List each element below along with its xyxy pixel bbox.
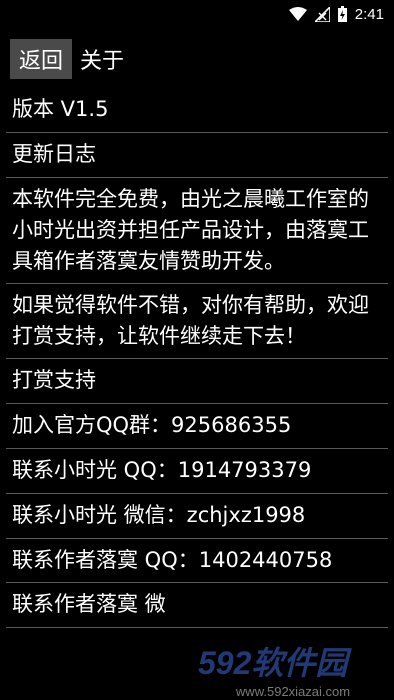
- contact-author-wechat-item[interactable]: 联系作者落寞 微: [6, 583, 388, 628]
- contact-author-qq-item[interactable]: 联系作者落寞 QQ：1402440758: [6, 539, 388, 583]
- watermark-logo: 592软件园 www.592xiazai.com: [198, 638, 388, 699]
- contact-xiaoshiguang-qq-item[interactable]: 联系小时光 QQ：1914793379: [6, 449, 388, 494]
- watermark-title: 592软件园: [198, 645, 348, 681]
- page-title: 关于: [80, 49, 125, 74]
- signal-icon: [314, 6, 330, 22]
- description-item: 本软件完全免费，由光之晨曦工作室的小时光出资并担任产品设计，由落寞工具箱作者落寞…: [6, 178, 388, 284]
- join-qq-group-item[interactable]: 加入官方QQ群：925686355: [6, 404, 388, 449]
- watermark-url: www.592xiazai.com: [235, 684, 351, 699]
- toolbar: 返回 关于: [10, 38, 124, 80]
- contact-xiaoshiguang-wechat-item[interactable]: 联系小时光 微信：zchjxz1998: [6, 494, 388, 539]
- donate-item[interactable]: 打赏支持: [6, 359, 388, 404]
- changelog-item[interactable]: 更新日志: [6, 133, 388, 178]
- status-time: 2:41: [354, 5, 384, 23]
- wifi-icon: [288, 7, 307, 21]
- version-item: 版本 V1.5: [6, 88, 388, 133]
- back-button[interactable]: 返回: [10, 39, 72, 79]
- battery-charging-icon: [337, 6, 347, 22]
- about-list: 版本 V1.5 更新日志 本软件完全免费，由光之晨曦工作室的小时光出资并担任产品…: [0, 88, 394, 628]
- status-bar: 2:41: [0, 0, 394, 28]
- support-message-item: 如果觉得软件不错，对你有帮助，欢迎打赏支持，让软件继续走下去！: [6, 284, 388, 359]
